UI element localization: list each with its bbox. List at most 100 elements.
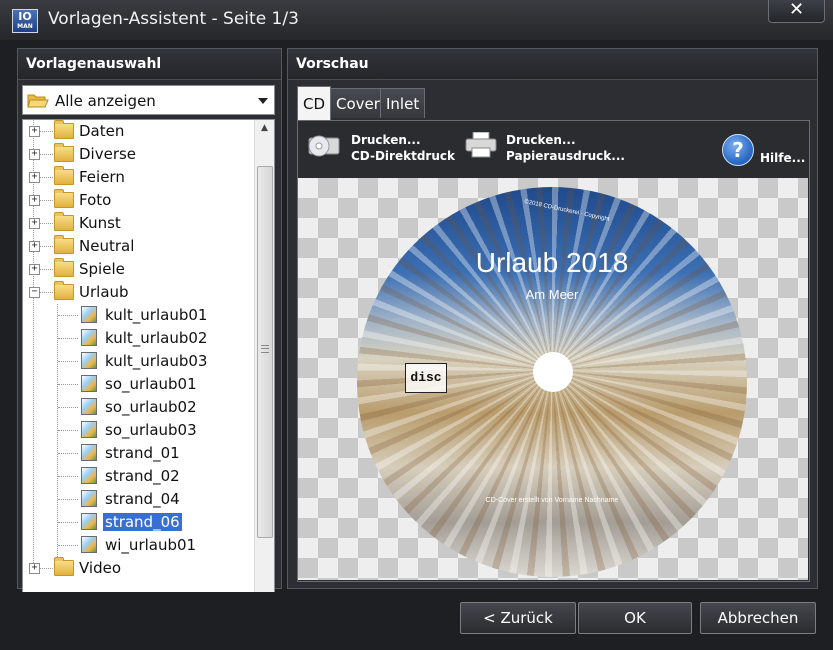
template-icon [81,352,97,369]
expand-icon[interactable]: + [29,195,40,206]
expand-icon[interactable]: + [29,149,40,160]
tree-content: + Daten + Diverse + Feiern + Foto + Kuns… [23,120,255,611]
tree-scrollbar[interactable]: ▲ ▼ [254,120,274,611]
expand-icon[interactable]: + [29,563,40,574]
template-icon [81,375,97,392]
tree-folder-label: Kunst [79,214,121,232]
disc-credit: CD-Cover erstellt von Vorname Nachname [485,497,619,504]
tree-item-label: so_urlaub02 [105,398,197,416]
tree-folder-feiern[interactable]: + Feiern [23,166,255,189]
tree-folder-label: Neutral [79,237,135,255]
tree-folder-label: Urlaub [79,283,129,301]
tab-cd[interactable]: CD [297,86,332,120]
folder-icon [54,281,74,300]
tree-folder-label: Spiele [79,260,125,278]
tree-item-template[interactable]: kult_urlaub01 [23,304,255,327]
tab-cover[interactable]: Cover [330,88,386,118]
paper-print-button[interactable]: Drucken... Papierausdruck... [462,128,625,170]
tree-folder-label: Daten [79,122,125,140]
folder-open-icon [27,94,49,108]
direct-print-line2: CD-Direktdruck [351,149,455,163]
tree-item-template[interactable]: strand_01 [23,442,255,465]
tree-item-label: strand_02 [105,467,180,485]
tree-folder-spiele[interactable]: + Spiele [23,258,255,281]
help-button[interactable]: ? Hilfe... [720,132,806,168]
scrollbar-thumb[interactable] [257,166,273,538]
tree-folder-diverse[interactable]: + Diverse [23,143,255,166]
tree-folder-video[interactable]: + Video [23,557,255,580]
tree-item-template[interactable]: so_urlaub03 [23,419,255,442]
tree-folder-label: Foto [79,191,112,209]
grip-icon [261,345,269,353]
folder-icon [54,166,74,185]
template-tree[interactable]: + Daten + Diverse + Feiern + Foto + Kuns… [22,119,275,612]
template-icon [81,536,97,553]
cd-print-icon [308,135,340,157]
paper-print-line1: Drucken... [506,133,576,147]
tree-item-label: so_urlaub01 [105,375,197,393]
tree-item-template[interactable]: kult_urlaub02 [23,327,255,350]
folder-icon [54,120,74,139]
expand-icon[interactable]: + [29,218,40,229]
tree-item-template[interactable]: kult_urlaub03 [23,350,255,373]
tree-item-template-selected[interactable]: strand_06 [23,511,255,534]
tree-folder-daten[interactable]: + Daten [23,120,255,143]
disc-center-hole [533,352,573,392]
paper-print-label: Drucken... Papierausdruck... [506,132,625,164]
chevron-down-icon[interactable] [258,98,268,104]
template-icon [81,444,97,461]
expand-icon[interactable]: + [29,264,40,275]
cancel-button[interactable]: Abbrechen [700,602,816,634]
tree-item-label-selected: strand_06 [102,512,183,532]
disc-subtitle: Am Meer [525,287,579,302]
back-button[interactable]: < Zurück [460,602,576,634]
help-icon: ? [722,134,754,166]
tree-item-label: so_urlaub03 [105,421,197,439]
tree-item-template[interactable]: so_urlaub02 [23,396,255,419]
tree-item-label: kult_urlaub02 [105,329,208,347]
template-icon [81,306,97,323]
expand-icon[interactable]: + [29,126,40,137]
expand-icon[interactable]: + [29,241,40,252]
tree-item-template[interactable]: strand_02 [23,465,255,488]
folder-icon [54,557,74,576]
tree-item-label: strand_04 [105,490,180,508]
title-bar: IO MAN Vorlagen-Assistent - Seite 1/3 ✕ [0,0,833,40]
folder-icon [54,235,74,254]
cd-preview: ©2018 CD-Druckerei · Copyright Urlaub 20… [357,187,747,577]
scroll-up-icon[interactable]: ▲ [255,120,274,137]
tree-folder-foto[interactable]: + Foto [23,189,255,212]
tree-item-label: strand_01 [105,444,180,462]
help-label: Hilfe... [760,151,806,165]
tree-folder-urlaub[interactable]: − Urlaub [23,281,255,304]
collapse-icon[interactable]: − [29,287,40,298]
tree-folder-kunst[interactable]: + Kunst [23,212,255,235]
template-icon [81,421,97,438]
template-icon [81,467,97,484]
tree-folder-neutral[interactable]: + Neutral [23,235,255,258]
folder-icon [54,212,74,231]
tree-item-label: kult_urlaub03 [105,352,208,370]
ok-button[interactable]: OK [578,602,692,634]
direct-print-button[interactable]: Drucken... CD-Direktdruck [305,128,455,170]
template-icon [81,490,97,507]
folder-icon [54,258,74,277]
direct-print-label: Drucken... CD-Direktdruck [351,132,455,164]
tree-item-label: kult_urlaub01 [105,306,208,324]
app-icon: IO MAN [12,9,38,33]
printer-icon [465,132,497,158]
paper-print-line2: Papierausdruck... [506,149,625,163]
template-icon [81,329,97,346]
template-icon [81,398,97,415]
tree-item-template[interactable]: so_urlaub01 [23,373,255,396]
expand-icon[interactable]: + [29,172,40,183]
tree-item-label: wi_urlaub01 [105,536,197,554]
tab-inlet[interactable]: Inlet [380,88,426,118]
disc-logo: disc [405,363,447,393]
app-icon-text: IO [18,10,32,23]
filter-dropdown[interactable]: Alle anzeigen [22,85,275,115]
folder-icon [54,143,74,162]
tree-item-template[interactable]: wi_urlaub01 [23,534,255,557]
close-button[interactable]: ✕ [768,0,825,23]
tree-item-template[interactable]: strand_04 [23,488,255,511]
